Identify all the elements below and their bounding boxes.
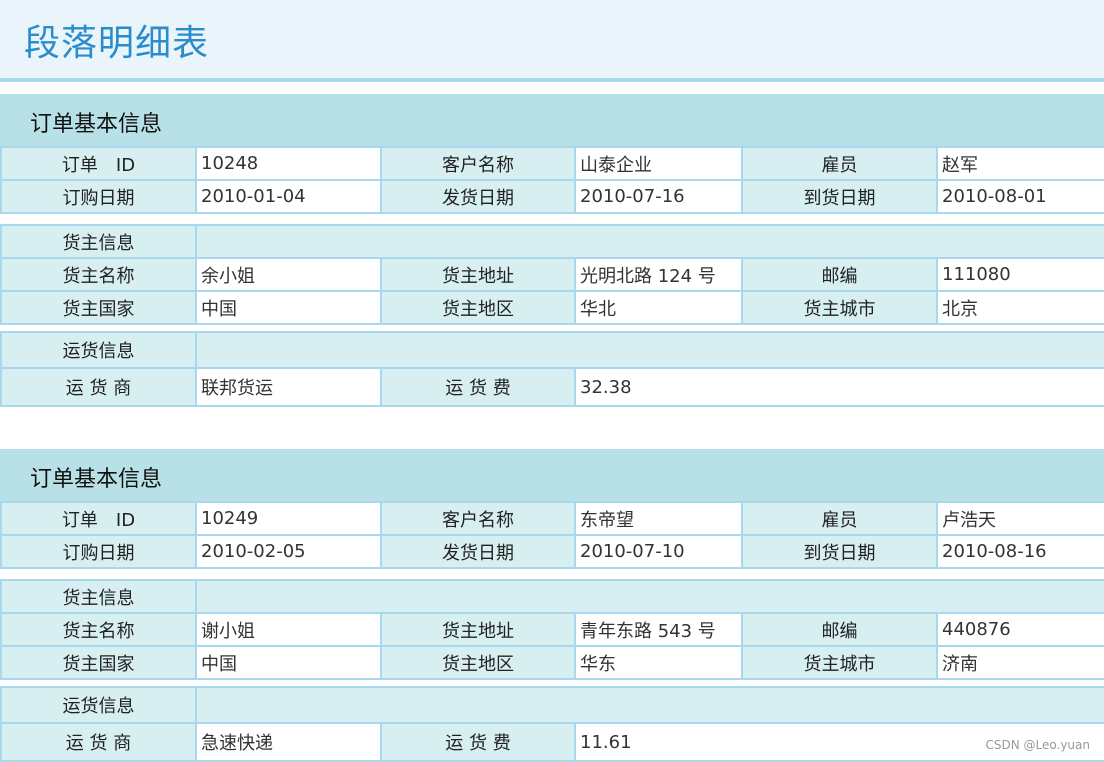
table-row: 货主信息	[0, 579, 1104, 614]
arrive-date-label: 到货日期	[741, 534, 938, 569]
employee-value: 赵军	[936, 146, 1104, 181]
order-section-title: 订单基本信息	[0, 94, 1104, 146]
arrive-date-value: 2010-08-16	[936, 534, 1104, 569]
freight-info-empty	[194, 686, 1104, 724]
order-id-label: 订单 ID	[0, 501, 197, 536]
shipper-addr-value: 光明北路 124 号	[574, 257, 743, 292]
shipper-addr-value: 青年东路 543 号	[574, 612, 743, 647]
region-label: 货主地区	[380, 645, 576, 680]
fee-label: 运 货 费	[380, 722, 576, 762]
page-header: 段落明细表	[0, 0, 1104, 82]
zip-label: 邮编	[741, 612, 938, 647]
table-row: 货主名称 余小姐 货主地址 光明北路 124 号 邮编 111080	[0, 257, 1104, 292]
employee-label: 雇员	[741, 501, 938, 536]
country-value: 中国	[195, 290, 382, 325]
section-title-text: 订单基本信息	[30, 467, 163, 492]
fee-value: 32.38	[573, 367, 1104, 407]
country-label: 货主国家	[0, 645, 197, 680]
order-date-label: 订购日期	[0, 179, 197, 214]
freight-table: 运货信息 运 货 商 联邦货运 运 货 费 32.38	[0, 331, 1104, 407]
table-row: 货主国家 中国 货主地区 华北 货主城市 北京	[0, 290, 1104, 325]
carrier-label: 运 货 商	[0, 367, 197, 407]
shipper-name-value: 余小姐	[195, 257, 382, 292]
freight-info-label: 运货信息	[0, 331, 197, 369]
ship-date-value: 2010-07-16	[574, 179, 743, 214]
shipper-info-label: 货主信息	[0, 224, 197, 259]
table-row: 订购日期 2010-01-04 发货日期 2010-07-16 到货日期 201…	[0, 179, 1104, 214]
zip-label: 邮编	[741, 257, 938, 292]
ship-date-label: 发货日期	[380, 179, 576, 214]
shipper-name-label: 货主名称	[0, 257, 197, 292]
freight-info-empty	[194, 331, 1104, 369]
section-title-text: 订单基本信息	[30, 112, 163, 137]
order-basic-table: 订单 ID 10249 客户名称 东帝望 雇员 卢浩天 订购日期 2010-02…	[0, 501, 1104, 569]
fee-label: 运 货 费	[380, 367, 576, 407]
customer-label: 客户名称	[380, 146, 576, 181]
city-value: 济南	[936, 645, 1104, 680]
freight-info-label: 运货信息	[0, 686, 197, 724]
freight-table: 运货信息 运 货 商 急速快递 运 货 费 11.61	[0, 686, 1104, 762]
ship-date-value: 2010-07-10	[574, 534, 743, 569]
table-row: 货主名称 谢小姐 货主地址 青年东路 543 号 邮编 440876	[0, 612, 1104, 647]
shipper-addr-label: 货主地址	[380, 257, 576, 292]
watermark: CSDN @Leo.yuan	[985, 738, 1091, 752]
table-row: 货主信息	[0, 224, 1104, 259]
employee-label: 雇员	[741, 146, 938, 181]
table-row: 运 货 商 联邦货运 运 货 费 32.38	[0, 367, 1104, 407]
region-label: 货主地区	[380, 290, 576, 325]
table-row: 货主国家 中国 货主地区 华东 货主城市 济南	[0, 645, 1104, 680]
table-row: 订单 ID 10248 客户名称 山泰企业 雇员 赵军	[0, 146, 1104, 181]
arrive-date-label: 到货日期	[741, 179, 938, 214]
shipper-table: 货主信息 货主名称 余小姐 货主地址 光明北路 124 号 邮编 111080 …	[0, 224, 1104, 325]
page-title: 段落明细表	[24, 23, 210, 64]
order-date-value: 2010-02-05	[195, 534, 382, 569]
order-basic-table: 订单 ID 10248 客户名称 山泰企业 雇员 赵军 订购日期 2010-01…	[0, 146, 1104, 214]
zip-value: 440876	[936, 612, 1104, 647]
customer-value: 山泰企业	[574, 146, 743, 181]
carrier-value: 联邦货运	[195, 367, 382, 407]
employee-value: 卢浩天	[936, 501, 1104, 536]
city-label: 货主城市	[741, 290, 938, 325]
city-value: 北京	[936, 290, 1104, 325]
table-row: 运 货 商 急速快递 运 货 费 11.61	[0, 722, 1104, 762]
customer-label: 客户名称	[380, 501, 576, 536]
table-row: 运货信息	[0, 331, 1104, 369]
order-id-value: 10248	[195, 146, 382, 181]
customer-value: 东帝望	[574, 501, 743, 536]
table-row: 订单 ID 10249 客户名称 东帝望 雇员 卢浩天	[0, 501, 1104, 536]
order-date-label: 订购日期	[0, 534, 197, 569]
carrier-value: 急速快递	[195, 722, 382, 762]
shipper-name-value: 谢小姐	[195, 612, 382, 647]
order-id-label: 订单 ID	[0, 146, 197, 181]
ship-date-label: 发货日期	[380, 534, 576, 569]
shipper-addr-label: 货主地址	[380, 612, 576, 647]
city-label: 货主城市	[741, 645, 938, 680]
region-value: 华北	[574, 290, 743, 325]
table-row: 订购日期 2010-02-05 发货日期 2010-07-10 到货日期 201…	[0, 534, 1104, 569]
arrive-date-value: 2010-08-01	[936, 179, 1104, 214]
zip-value: 111080	[936, 257, 1104, 292]
shipper-info-empty	[195, 224, 1104, 259]
order-date-value: 2010-01-04	[195, 179, 382, 214]
country-label: 货主国家	[0, 290, 197, 325]
shipper-info-label: 货主信息	[0, 579, 197, 614]
shipper-table: 货主信息 货主名称 谢小姐 货主地址 青年东路 543 号 邮编 440876 …	[0, 579, 1104, 680]
order-id-value: 10249	[195, 501, 382, 536]
shipper-info-empty	[195, 579, 1104, 614]
region-value: 华东	[574, 645, 743, 680]
shipper-name-label: 货主名称	[0, 612, 197, 647]
table-row: 运货信息	[0, 686, 1104, 724]
carrier-label: 运 货 商	[0, 722, 197, 762]
country-value: 中国	[195, 645, 382, 680]
order-section-title: 订单基本信息	[0, 449, 1104, 501]
